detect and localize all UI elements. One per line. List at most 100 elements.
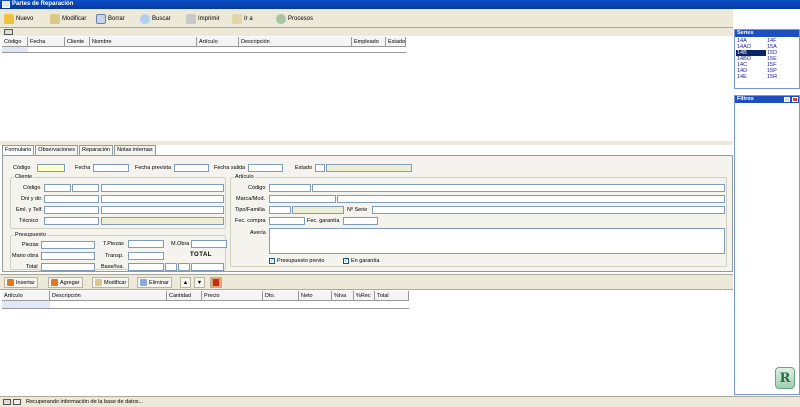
filters-options-icon[interactable] xyxy=(784,97,790,102)
cli-tecnico-field[interactable] xyxy=(44,217,99,225)
total-amount-field[interactable] xyxy=(191,263,224,271)
cli-codigo-label: Código xyxy=(23,185,41,191)
tab-observaciones[interactable]: Observaciones xyxy=(35,145,78,155)
lines-grid[interactable]: Artículo Descripción Cantidad Precio Dto… xyxy=(2,291,732,395)
parts-grid[interactable]: Código Fecha Cliente Nombre Artículo Des… xyxy=(2,37,732,140)
transp-field[interactable] xyxy=(128,252,164,260)
line-col-cantidad[interactable]: Cantidad xyxy=(167,291,202,301)
expand-icon[interactable] xyxy=(13,399,21,405)
art-marca-label: Marca/Mod. xyxy=(236,196,266,202)
total-field[interactable] xyxy=(41,263,95,271)
iva-field[interactable] xyxy=(178,263,190,271)
modify-button[interactable]: Modificar xyxy=(50,12,86,25)
mano-obra-field[interactable] xyxy=(41,252,95,260)
transp-label: Transp. xyxy=(105,253,124,259)
processes-button[interactable]: Procesos xyxy=(276,12,313,25)
line-col-iva[interactable]: %Iva xyxy=(332,291,354,301)
presupuesto-previo-checkbox[interactable]: ✓ Presupuesto previo xyxy=(269,258,324,264)
fecha-salida-field[interactable] xyxy=(248,164,283,172)
col-header-articulo[interactable]: Artículo xyxy=(197,37,239,47)
piezas-field[interactable] xyxy=(41,241,95,249)
art-codigo-label: Código xyxy=(248,185,266,191)
cli-telf-field[interactable] xyxy=(101,206,224,214)
series-list[interactable]: 14A 14F 14AO 15A 14B 15D 14BO 15E 14C 15F 14D 15P 14… xyxy=(735,37,799,80)
cli-dni-field[interactable] xyxy=(44,195,99,203)
col-header-cliente[interactable]: Cliente xyxy=(65,37,90,47)
art-averia-field[interactable] xyxy=(269,228,725,254)
total-big-label: TOTAL xyxy=(190,252,212,258)
trash-icon xyxy=(213,279,219,286)
col-header-empleado[interactable]: Empleado xyxy=(352,37,386,47)
window-icon xyxy=(2,1,10,8)
main-toolbar: Nuevo Modificar Borrar Buscar Imprimir I… xyxy=(0,9,733,28)
search-button[interactable]: Buscar xyxy=(140,12,171,25)
col-header-codigo[interactable]: Código xyxy=(2,37,28,47)
art-desc-field[interactable] xyxy=(312,184,725,192)
status-text: Recuperando información de la base de da… xyxy=(26,399,144,405)
cli-codigo-field[interactable] xyxy=(44,184,71,192)
fecha-label: Fecha xyxy=(75,165,91,171)
art-nserie-label: Nº Serie xyxy=(347,207,368,213)
line-col-descripcion[interactable]: Descripción xyxy=(50,291,167,301)
estado-code-field[interactable] xyxy=(315,164,325,172)
fecha-prevista-field[interactable] xyxy=(174,164,209,172)
form-panel: Código Fecha Fecha prevista Fecha salida… xyxy=(2,155,733,272)
line-selection[interactable] xyxy=(2,301,50,308)
art-tipo-label: Tipo/Familia xyxy=(235,207,265,213)
m-obra-label: M.Obra xyxy=(171,241,190,247)
tab-notas-internas[interactable]: Notas internas xyxy=(114,145,156,155)
series-item[interactable]: 15R xyxy=(766,74,796,80)
trash-button[interactable] xyxy=(210,277,222,288)
insert-button[interactable]: Insertar xyxy=(4,277,38,288)
art-fec-garantia-field[interactable] xyxy=(343,217,378,225)
col-header-estado[interactable]: Estado xyxy=(386,37,406,47)
delete-icon xyxy=(96,13,106,24)
base-iva-label: Base/Iva. xyxy=(101,264,124,270)
new-button[interactable]: Nuevo xyxy=(4,12,33,25)
col-header-descripcion[interactable]: Descripción xyxy=(239,37,352,47)
move-up-button[interactable]: ▲ xyxy=(180,277,191,288)
print-button[interactable]: Imprimir xyxy=(186,12,220,25)
tab-reparacion[interactable]: Reparación xyxy=(78,145,114,155)
art-tipo-field[interactable] xyxy=(269,206,291,214)
art-marca-field[interactable] xyxy=(269,195,336,203)
checkmark-icon: ✓ xyxy=(343,258,349,264)
art-fec-compra-field[interactable] xyxy=(269,217,305,225)
cli-direccion-field[interactable] xyxy=(101,195,224,203)
move-down-button[interactable]: ▼ xyxy=(194,277,205,288)
line-col-precio[interactable]: Precio xyxy=(202,291,263,301)
codigo-field[interactable] xyxy=(37,164,65,172)
cli-email-field[interactable] xyxy=(44,206,99,214)
en-garantia-checkbox[interactable]: ✓ En garantía xyxy=(343,258,379,264)
series-item[interactable]: 14E xyxy=(736,74,766,80)
col-header-fecha[interactable]: Fecha xyxy=(28,37,65,47)
delete-button[interactable]: Borrar xyxy=(96,12,125,25)
art-codigo-field[interactable] xyxy=(269,184,311,192)
line-col-rec[interactable]: %Rec xyxy=(354,291,375,301)
fecha-field[interactable] xyxy=(93,164,129,172)
m-obra-field[interactable] xyxy=(191,240,227,248)
line-col-total[interactable]: Total xyxy=(375,291,409,301)
col-header-nombre[interactable]: Nombre xyxy=(90,37,197,47)
base-field[interactable] xyxy=(128,263,164,271)
mano-obra-label: Mano obra xyxy=(12,253,39,259)
t-piezas-field[interactable] xyxy=(128,240,164,248)
modify-line-button[interactable]: Modificar xyxy=(92,277,130,288)
art-modelo-field[interactable] xyxy=(337,195,725,203)
line-col-neto[interactable]: Neto xyxy=(299,291,332,301)
processes-icon xyxy=(276,13,286,24)
iva-pct-field[interactable] xyxy=(165,263,177,271)
edit-icon xyxy=(50,13,60,24)
add-button[interactable]: Agregar xyxy=(48,277,83,288)
goto-button[interactable]: Ir a xyxy=(232,12,253,25)
delete-line-button[interactable]: Eliminar xyxy=(137,277,172,288)
art-familia-field xyxy=(292,206,344,214)
line-col-articulo[interactable]: Artículo xyxy=(2,291,50,301)
cli-codigo2-field[interactable] xyxy=(72,184,99,192)
close-icon[interactable] xyxy=(792,97,798,102)
art-averia-label: Avería xyxy=(250,230,266,236)
filters-panel: Filtros xyxy=(734,95,800,395)
cli-nombre-field[interactable] xyxy=(101,184,224,192)
art-nserie-field[interactable] xyxy=(372,206,725,214)
line-col-dto[interactable]: Dto. xyxy=(263,291,299,301)
